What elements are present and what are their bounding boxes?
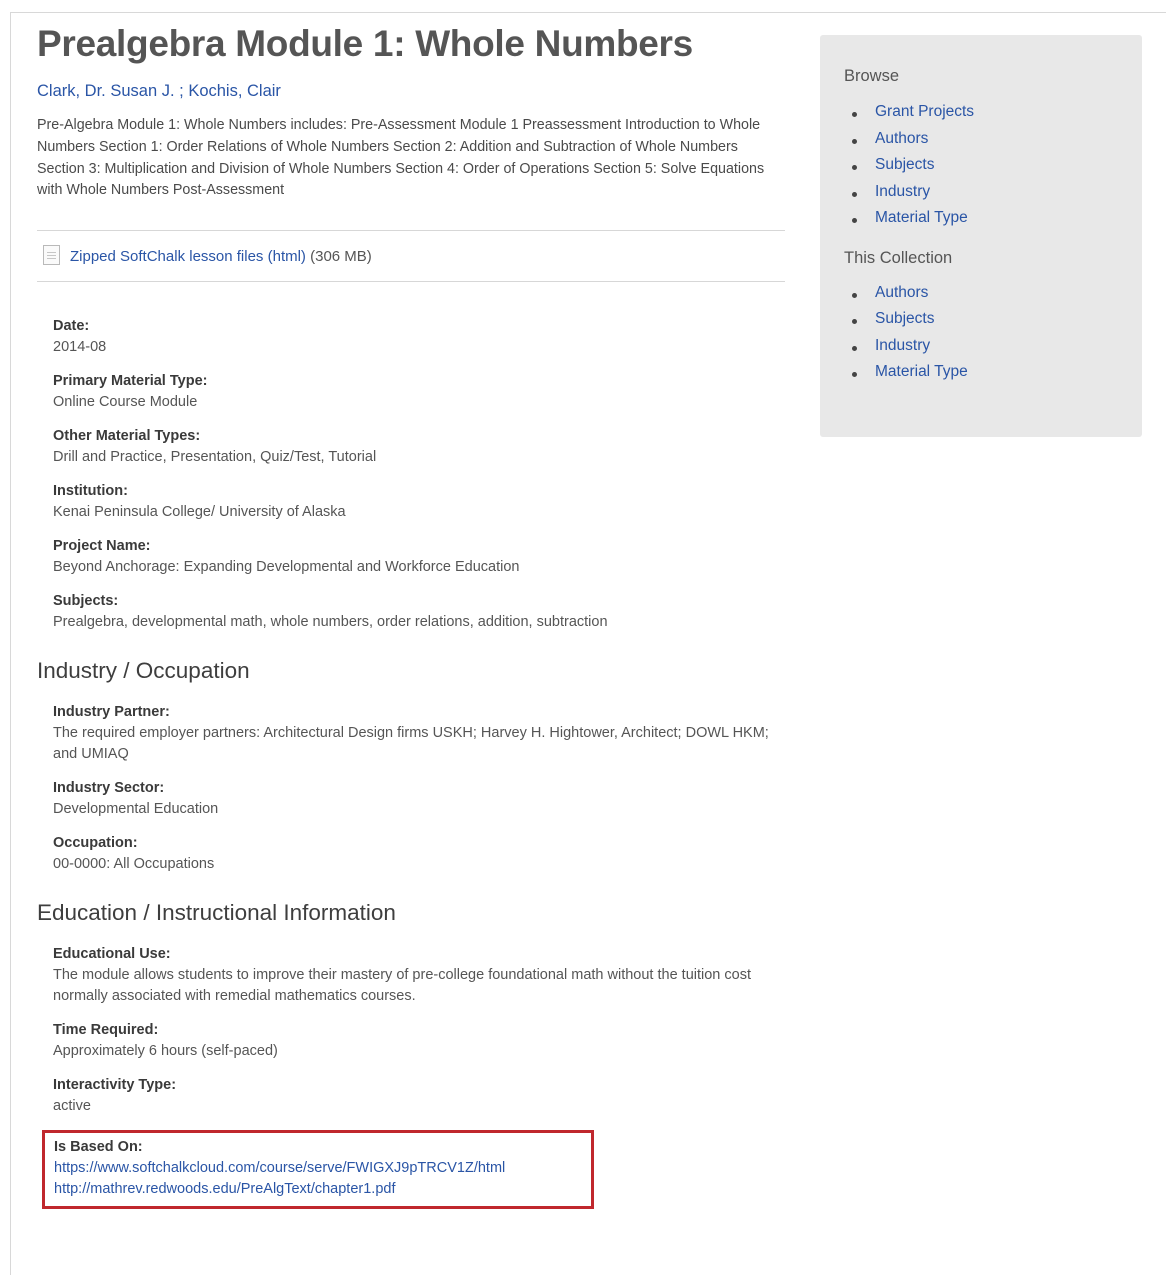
field-label: Project Name:	[53, 537, 151, 554]
field-label: Interactivity Type:	[53, 1076, 177, 1093]
browse-item: Industry	[852, 183, 1142, 210]
based-on-link-softchalk[interactable]: https://www.softchalkcloud.com/course/se…	[54, 1158, 567, 1179]
browse-link-material-type[interactable]: Material Type	[875, 209, 968, 226]
collection-list: Authors Subjects Industry Material Type	[820, 284, 1142, 390]
field-interactivity-type: Interactivity Type: active	[53, 1075, 785, 1117]
collection-item: Material Type	[852, 363, 1142, 390]
browse-item: Authors	[852, 130, 1142, 157]
field-time-required: Time Required: Approximately 6 hours (se…	[53, 1020, 785, 1062]
field-value: Beyond Anchorage: Expanding Developmenta…	[53, 558, 520, 575]
browse-item: Material Type	[852, 209, 1142, 236]
field-educational-use: Educational Use: The module allows stude…	[53, 944, 785, 1007]
details-fields: Date: 2014-08 Primary Material Type: Onl…	[53, 316, 785, 633]
field-label: Subjects:	[53, 592, 119, 609]
industry-heading: Industry / Occupation	[37, 657, 250, 683]
resource-description: Pre-Algebra Module 1: Whole Numbers incl…	[37, 117, 765, 199]
collection-link-authors[interactable]: Authors	[875, 284, 928, 301]
author-link-kochis[interactable]: Kochis, Clair	[188, 82, 281, 100]
education-heading: Education / Instructional Information	[37, 899, 396, 925]
browse-link-industry[interactable]: Industry	[875, 183, 930, 200]
is-based-on-highlight-box: Is Based On: https://www.softchalkcloud.…	[42, 1129, 594, 1209]
field-label: Primary Material Type:	[53, 372, 208, 389]
based-on-link-redwoods[interactable]: http://mathrev.redwoods.edu/PreAlgText/c…	[54, 1179, 567, 1200]
field-value: 00-0000: All Occupations	[53, 855, 215, 872]
collection-link-industry[interactable]: Industry	[875, 337, 930, 354]
browse-link-authors[interactable]: Authors	[875, 130, 928, 147]
page-title: Prealgebra Module 1: Whole Numbers	[37, 23, 693, 64]
field-label: Other Material Types:	[53, 427, 201, 444]
field-label: Occupation:	[53, 834, 138, 851]
field-value: The module allows students to improve th…	[53, 966, 751, 1004]
file-size: (306 MB)	[310, 247, 372, 265]
browse-list: Grant Projects Authors Subjects Industry…	[820, 103, 1142, 236]
field-value: Developmental Education	[53, 800, 219, 817]
collection-item: Authors	[852, 284, 1142, 311]
field-label: Time Required:	[53, 1021, 159, 1038]
field-industry-partner: Industry Partner: The required employer …	[53, 702, 785, 765]
browse-heading: Browse	[844, 67, 900, 85]
collection-link-subjects[interactable]: Subjects	[875, 310, 934, 327]
field-subjects: Subjects: Prealgebra, developmental math…	[53, 591, 785, 633]
field-value: Approximately 6 hours (self-paced)	[53, 1042, 278, 1059]
field-institution: Institution: Kenai Peninsula College/ Un…	[53, 481, 785, 523]
collection-heading: This Collection	[844, 248, 953, 267]
based-on-links: https://www.softchalkcloud.com/course/se…	[54, 1158, 567, 1200]
field-project-name: Project Name: Beyond Anchorage: Expandin…	[53, 536, 785, 578]
browse-item: Subjects	[852, 156, 1142, 183]
browse-link-subjects[interactable]: Subjects	[875, 156, 934, 173]
field-primary-material-type: Primary Material Type: Online Course Mod…	[53, 371, 785, 413]
author-list: Clark, Dr. Susan J. ; Kochis, Clair	[37, 82, 785, 101]
collection-item: Industry	[852, 337, 1142, 364]
field-value: Online Course Module	[53, 393, 198, 410]
document-icon	[43, 244, 60, 265]
field-occupation: Occupation: 00-0000: All Occupations	[53, 833, 785, 875]
collection-item: Subjects	[852, 310, 1142, 337]
field-value: 2014-08	[53, 338, 107, 355]
field-label: Industry Sector:	[53, 779, 165, 796]
field-value: active	[53, 1097, 91, 1114]
file-attachment-row: Zipped SoftChalk lesson files (html) (30…	[37, 229, 785, 282]
main-content: Prealgebra Module 1: Whole Numbers Clark…	[37, 22, 785, 1209]
field-label: Date:	[53, 317, 90, 334]
browse-link-grant-projects[interactable]: Grant Projects	[875, 103, 974, 120]
field-label: Industry Partner:	[53, 703, 170, 720]
field-industry-sector: Industry Sector: Developmental Education	[53, 778, 785, 820]
field-value: The required employer partners: Architec…	[53, 724, 769, 762]
industry-fields: Industry Partner: The required employer …	[53, 702, 785, 875]
field-label: Educational Use:	[53, 945, 171, 962]
field-date: Date: 2014-08	[53, 316, 785, 358]
field-value: Kenai Peninsula College/ University of A…	[53, 503, 346, 520]
author-link-clark[interactable]: Clark, Dr. Susan J.	[37, 82, 175, 100]
field-label: Institution:	[53, 482, 128, 499]
browse-item: Grant Projects	[852, 103, 1142, 130]
field-label: Is Based On:	[54, 1138, 143, 1155]
sidebar: Browse Grant Projects Authors Subjects I…	[820, 35, 1142, 437]
file-download-link[interactable]: Zipped SoftChalk lesson files (html)	[70, 248, 306, 265]
field-other-material-types: Other Material Types: Drill and Practice…	[53, 426, 785, 468]
author-separator: ;	[174, 82, 189, 101]
field-value: Drill and Practice, Presentation, Quiz/T…	[53, 448, 377, 465]
education-fields: Educational Use: The module allows stude…	[42, 944, 785, 1209]
collection-link-material-type[interactable]: Material Type	[875, 363, 968, 380]
field-value: Prealgebra, developmental math, whole nu…	[53, 613, 608, 630]
